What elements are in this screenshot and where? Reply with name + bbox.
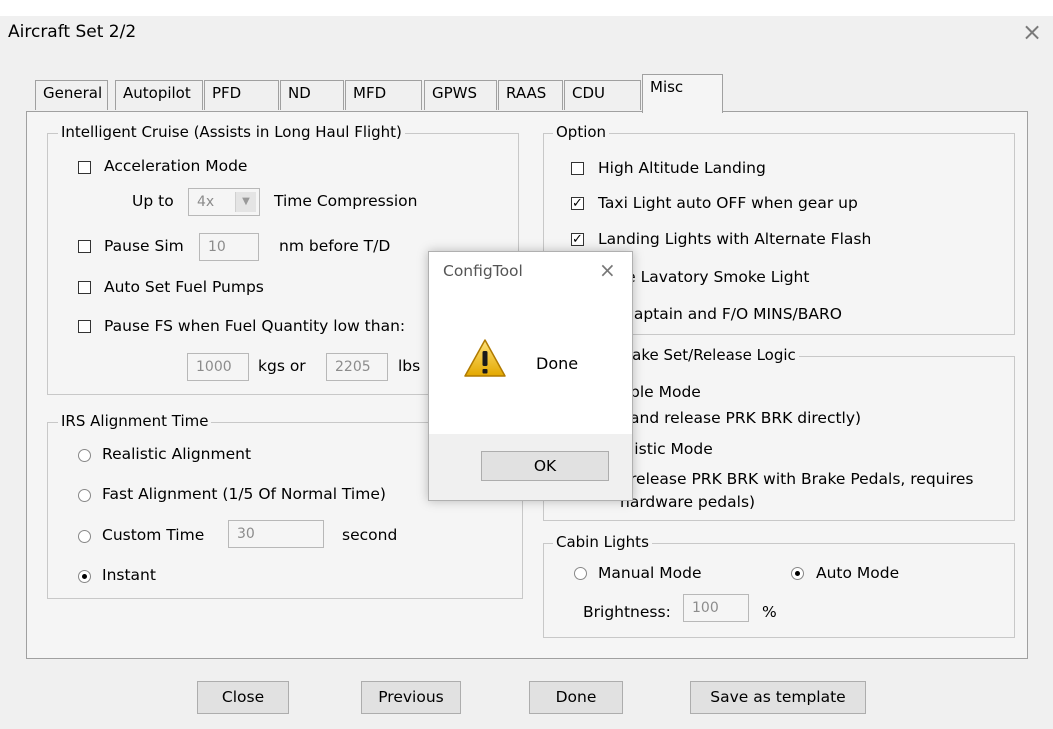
instant-label: Instant: [102, 566, 156, 584]
taxi-light-label: Taxi Light auto OFF when gear up: [598, 194, 858, 212]
tab-nd[interactable]: ND: [280, 80, 344, 110]
second-label: second: [342, 526, 398, 544]
custom-time-radio[interactable]: [78, 530, 91, 543]
manual-mode-label: Manual Mode: [598, 564, 702, 582]
option-legend: Option: [553, 123, 610, 141]
manual-mode-radio[interactable]: [574, 567, 587, 580]
realistic-mode-desc-1: release PRK BRK with Brake Pedals, requi…: [630, 470, 974, 488]
brightness-label: Brightness:: [583, 603, 671, 621]
time-compression-value: 4x: [197, 194, 215, 210]
warning-icon: [463, 338, 507, 382]
save-as-template-button[interactable]: Save as template: [690, 681, 866, 714]
cabin-lights-group: [543, 543, 1015, 638]
dialog-message: Done: [536, 354, 579, 373]
previous-button[interactable]: Previous: [361, 681, 461, 714]
tab-raas[interactable]: RAAS: [498, 80, 563, 110]
dialog-close-icon[interactable]: ×: [599, 258, 616, 282]
instant-radio[interactable]: [78, 570, 91, 583]
irs-alignment-legend: IRS Alignment Time: [58, 412, 212, 430]
auto-mode-label: Auto Mode: [816, 564, 900, 582]
brightness-percent-label: %: [762, 603, 777, 621]
ok-button[interactable]: OK: [481, 451, 609, 481]
tab-pfd[interactable]: PFD: [204, 80, 279, 110]
fast-alignment-radio[interactable]: [78, 489, 91, 502]
fuel-lbs-input[interactable]: 2205: [326, 353, 388, 381]
pause-fs-checkbox[interactable]: [78, 320, 91, 333]
taxi-light-checkbox[interactable]: ✓: [571, 197, 584, 210]
window-title: Aircraft Set 2/2: [8, 22, 137, 42]
fast-alignment-label: Fast Alignment (1/5 Of Normal Time): [102, 485, 386, 503]
acceleration-mode-checkbox[interactable]: [78, 161, 91, 174]
fuel-kgs-input[interactable]: 1000: [187, 353, 249, 381]
window-top-edge: [0, 0, 1053, 16]
captain-fo-mins-baro-label: t Captain and F/O MINS/BARO: [612, 305, 842, 323]
tab-cdu[interactable]: CDU: [564, 80, 641, 110]
time-compression-label: Time Compression: [274, 192, 418, 210]
realistic-mode-desc-2: hardware pedals): [620, 493, 756, 511]
done-button[interactable]: Done: [529, 681, 623, 714]
tab-misc[interactable]: Misc: [642, 74, 723, 113]
brake-logic-legend: rake Set/Release Logic: [623, 346, 799, 364]
config-tool-dialog: ConfigTool × Done OK: [428, 251, 633, 501]
tab-mfd[interactable]: MFD: [345, 80, 422, 110]
acceleration-mode-label: Acceleration Mode: [104, 157, 248, 175]
realistic-mode-label: listic Mode: [630, 440, 713, 458]
realistic-alignment-radio[interactable]: [78, 449, 91, 462]
high-altitude-landing-checkbox[interactable]: [571, 162, 584, 175]
tab-general[interactable]: General: [35, 80, 108, 110]
simple-mode-label: ble Mode: [630, 383, 701, 401]
simple-mode-desc: and release PRK BRK directly): [630, 409, 862, 427]
pause-sim-label: Pause Sim: [104, 237, 184, 255]
pause-fs-label: Pause FS when Fuel Quantity low than:: [104, 317, 406, 335]
time-compression-dropdown[interactable]: 4x ▼: [188, 188, 260, 216]
dialog-title: ConfigTool: [443, 262, 523, 280]
landing-lights-label: Landing Lights with Alternate Flash: [598, 230, 872, 248]
lavatory-smoke-light-label: ble Lavatory Smoke Light: [612, 268, 810, 286]
brightness-input[interactable]: 100: [683, 594, 749, 622]
tab-gpws[interactable]: GPWS: [424, 80, 497, 110]
pause-sim-checkbox[interactable]: [78, 240, 91, 253]
intelligent-cruise-legend: Intelligent Cruise (Assists in Long Haul…: [58, 123, 405, 141]
custom-time-label: Custom Time: [102, 526, 205, 544]
auto-mode-radio[interactable]: [791, 567, 804, 580]
custom-time-input[interactable]: 30: [228, 520, 324, 548]
close-button[interactable]: Close: [197, 681, 289, 714]
auto-set-fuel-pumps-label: Auto Set Fuel Pumps: [104, 278, 264, 296]
up-to-label: Up to: [132, 192, 174, 210]
realistic-alignment-label: Realistic Alignment: [102, 445, 252, 463]
high-altitude-landing-label: High Altitude Landing: [598, 159, 766, 177]
pause-sim-input[interactable]: 10: [199, 233, 259, 261]
lbs-label: lbs: [398, 357, 421, 375]
landing-lights-checkbox[interactable]: ✓: [571, 233, 584, 246]
close-icon[interactable]: ×: [1022, 18, 1042, 46]
nm-before-td-label: nm before T/D: [279, 237, 391, 255]
auto-set-fuel-pumps-checkbox[interactable]: [78, 281, 91, 294]
tab-autopilot[interactable]: Autopilot: [115, 80, 203, 110]
chevron-down-icon: ▼: [235, 192, 256, 212]
kgs-or-label: kgs or: [258, 357, 306, 375]
cabin-lights-legend: Cabin Lights: [553, 533, 652, 551]
